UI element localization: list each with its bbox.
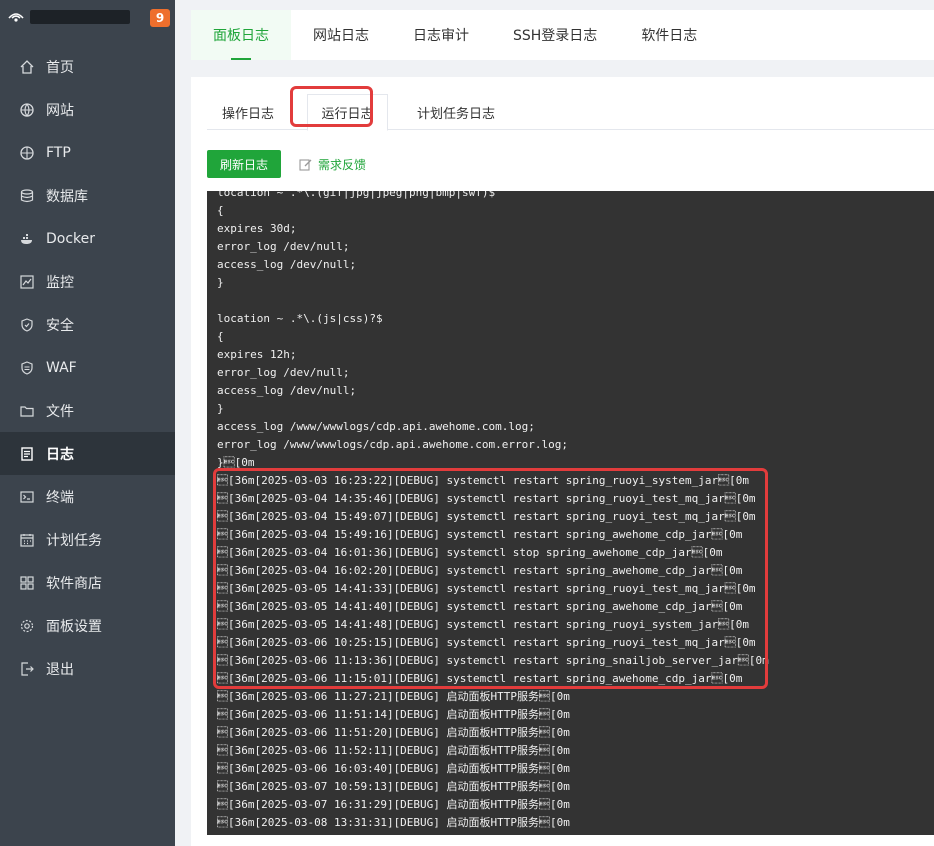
gear-icon — [20, 619, 34, 633]
folder-icon — [20, 404, 34, 418]
sidebar-item-label: 终端 — [46, 489, 74, 506]
sidebar-item-label: 文件 — [46, 403, 74, 420]
sidebar-item-11[interactable]: 计划任务 — [0, 518, 175, 561]
logo-icon — [8, 9, 24, 23]
docker-icon — [20, 232, 34, 246]
brand-header: 9 — [0, 0, 175, 36]
log-line: expires 30d; — [217, 222, 297, 235]
log-panel: 操作日志 运行日志 计划任务日志 刷新日志 需求反馈 location ~ .*… — [191, 77, 934, 846]
monitor-icon — [20, 274, 34, 289]
sidebar-nav: 首页网站 FTP 数据库 Docker 监控安全 WAF 文件日志终端计划任务软件商店面板设… — [0, 45, 175, 690]
edit-icon — [299, 158, 312, 171]
sidebar-item-label: 退出 — [46, 661, 74, 678]
sidebar-item-label: 网站 — [46, 102, 74, 119]
top-tab-3[interactable]: SSH登录日志 — [491, 10, 619, 60]
log-line: { — [217, 330, 224, 343]
refresh-log-button[interactable]: 刷新日志 — [207, 150, 281, 178]
sidebar-item-12[interactable]: 软件商店 — [0, 561, 175, 604]
log-console[interactable]: location ~ .*\.(gif|jpg|jpeg|png|bmp|swf… — [207, 191, 934, 835]
sidebar-item-0[interactable]: 首页 — [0, 45, 175, 88]
sidebar-item-label: 安全 — [46, 317, 74, 334]
log-line: error_log /dev/null; — [217, 240, 350, 253]
sidebar-item-label: Docker — [46, 230, 96, 247]
log-line: } — [217, 402, 224, 415]
sidebar-item-2[interactable]: FTP — [0, 131, 175, 174]
log-line: location ~ .*\.(js|css)?$ — [217, 312, 383, 325]
terminal-icon — [20, 490, 34, 504]
sidebar-item-9[interactable]: 日志 — [0, 432, 175, 475]
log-line: access_log /dev/null; — [217, 258, 357, 271]
sidebar-item-7[interactable]: WAF — [0, 346, 175, 389]
sidebar-item-8[interactable]: 文件 — [0, 389, 175, 432]
log-line: [36m[2025-03-06 16:03:40][DEBUG] 启动面板HT… — [217, 762, 570, 775]
sidebar-item-4[interactable]: Docker — [0, 217, 175, 260]
sidebar-item-label: 计划任务 — [46, 532, 102, 549]
log-line: [36m[2025-03-08 13:31:31][DEBUG] 启动面板HT… — [217, 816, 570, 829]
log-line: error_log /www/wwwlogs/cdp.api.awehome.c… — [217, 438, 568, 451]
top-tab-4[interactable]: 软件日志 — [619, 10, 719, 60]
sidebar-item-label: FTP — [46, 144, 71, 161]
log-line: location ~ .*\.(gif|jpg|jpeg|png|bmp|swf… — [217, 191, 496, 199]
sidebar-item-label: 监控 — [46, 274, 74, 291]
calendar-icon — [20, 533, 34, 547]
log-line: [36m[2025-03-07 10:59:13][DEBUG] 启动面板HT… — [217, 780, 570, 793]
sidebar-item-label: 首页 — [46, 59, 74, 76]
sidebar-item-6[interactable]: 安全 — [0, 303, 175, 346]
highlight-box-runtime-tab — [290, 86, 373, 127]
log-line: [36m[2025-03-06 11:27:21][DEBUG] 启动面板HT… — [217, 690, 570, 703]
top-tab-2[interactable]: 日志审计 — [391, 10, 491, 60]
log-icon — [20, 446, 34, 461]
sidebar-item-10[interactable]: 终端 — [0, 475, 175, 518]
logout-icon — [20, 661, 34, 676]
log-line: [36m[2025-03-06 11:51:14][DEBUG] 启动面板HT… — [217, 708, 570, 721]
waf-shield-icon — [20, 360, 34, 375]
log-line: [36m[2025-03-06 11:51:20][DEBUG] 启动面板HT… — [217, 726, 570, 739]
database-icon — [20, 188, 34, 203]
sidebar: 9 首页网站 FTP 数据库 Docker 监控安全 WAF 文件日志终端计划任务软件商店面… — [0, 0, 175, 846]
top-tab-0[interactable]: 面板日志 — [191, 10, 291, 60]
feedback-link[interactable]: 需求反馈 — [299, 150, 366, 178]
sidebar-item-label: 面板设置 — [46, 618, 102, 635]
sidebar-item-3[interactable]: 数据库 — [0, 174, 175, 217]
sidebar-item-14[interactable]: 退出 — [0, 647, 175, 690]
highlight-box-systemctl-lines — [213, 468, 768, 689]
sidebar-item-label: WAF — [46, 359, 77, 376]
sub-tab-operation-log[interactable]: 操作日志 — [207, 94, 289, 130]
globe-icon — [20, 102, 34, 117]
server-name-redacted — [30, 10, 130, 24]
sidebar-item-label: 数据库 — [46, 188, 88, 205]
log-line: expires 12h; — [217, 348, 297, 361]
sidebar-item-label: 日志 — [46, 446, 74, 463]
sub-tab-cron-log[interactable]: 计划任务日志 — [401, 94, 511, 130]
feedback-label: 需求反馈 — [318, 157, 367, 172]
log-line: { — [217, 204, 224, 217]
shield-icon — [20, 317, 34, 332]
log-category-tabs: 面板日志 网站日志 日志审计 SSH登录日志 软件日志 — [191, 10, 934, 60]
sidebar-item-label: 软件商店 — [46, 575, 102, 592]
log-line: access_log /dev/null; — [217, 384, 357, 397]
sidebar-item-1[interactable]: 网站 — [0, 88, 175, 131]
main-content: 面板日志 网站日志 日志审计 SSH登录日志 软件日志 操作日志 运行日志 计划任务日志… — [175, 0, 934, 846]
log-line: error_log /dev/null; — [217, 366, 350, 379]
home-icon — [20, 59, 34, 74]
top-tab-1[interactable]: 网站日志 — [291, 10, 391, 60]
sidebar-item-13[interactable]: 面板设置 — [0, 604, 175, 647]
log-line: [36m[2025-03-06 11:52:11][DEBUG] 启动面板HT… — [217, 744, 570, 757]
log-line: } — [217, 276, 224, 289]
grid-icon — [20, 575, 34, 590]
sidebar-item-5[interactable]: 监控 — [0, 260, 175, 303]
log-line: [36m[2025-03-07 16:31:29][DEBUG] 启动面板HT… — [217, 798, 570, 811]
ftp-icon — [20, 145, 34, 160]
notification-badge[interactable]: 9 — [150, 9, 170, 27]
log-line: access_log /www/wwwlogs/cdp.api.awehome.… — [217, 420, 535, 433]
